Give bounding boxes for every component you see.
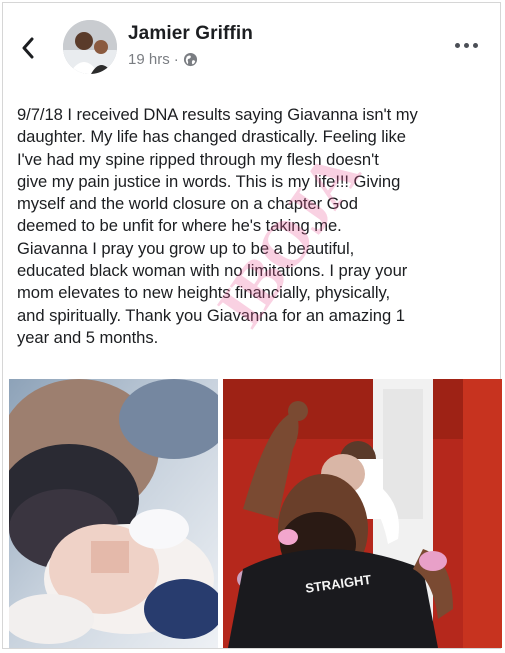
post-meta: 19 hrs · — [128, 51, 198, 68]
globe-icon — [183, 52, 197, 67]
photo-baby[interactable] — [9, 379, 218, 648]
photo-father-daughter[interactable]: STRAIGHT — [223, 379, 502, 648]
chevron-left-icon — [22, 37, 34, 59]
back-button[interactable] — [17, 37, 39, 59]
post-time[interactable]: 19 hrs — [128, 51, 170, 68]
more-dots-icon — [455, 43, 460, 48]
avatar[interactable] — [63, 20, 117, 74]
more-options-button[interactable] — [455, 43, 478, 48]
post-body: 9/7/18 I received DNA results saying Gia… — [17, 105, 418, 347]
post-container: Jamier Griffin 19 hrs · 9/7/18 I receive… — [2, 2, 502, 649]
meta-separator: · — [173, 51, 179, 68]
author-name[interactable]: Jamier Griffin — [128, 23, 253, 45]
